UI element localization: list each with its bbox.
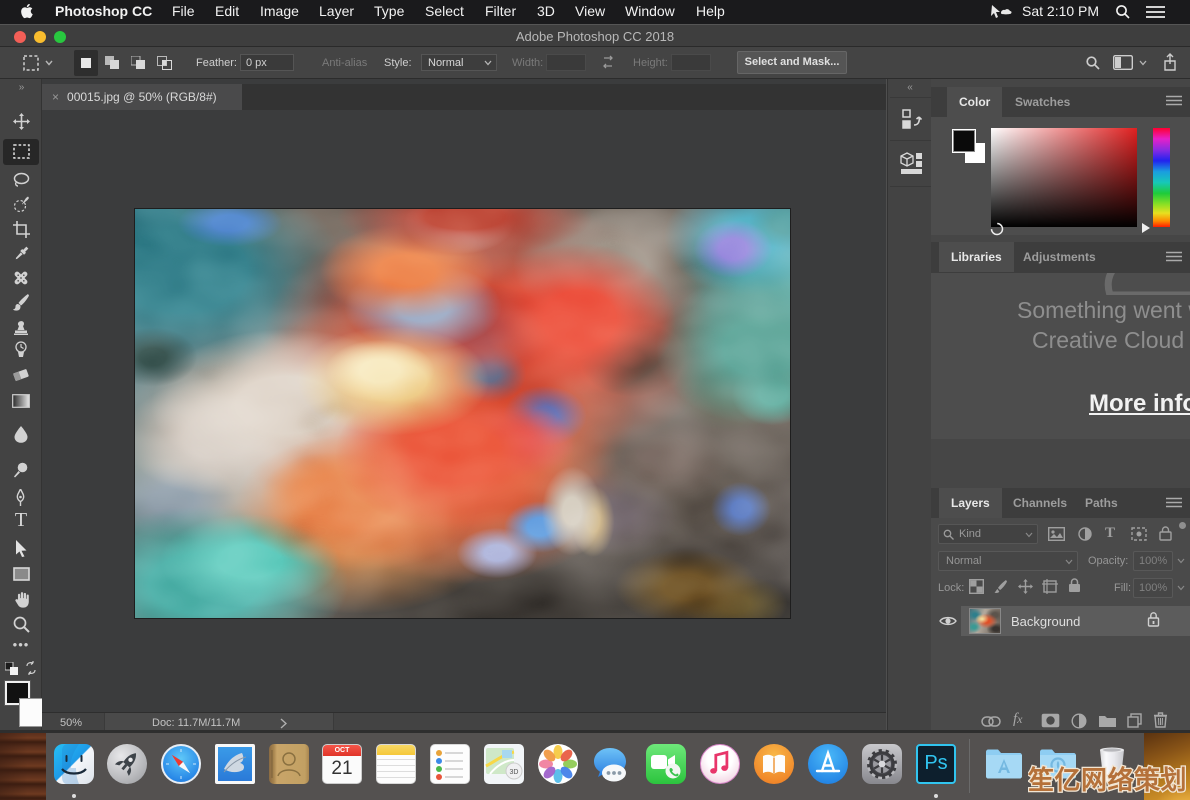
svg-text:笙亿网络策划: 笙亿网络策划: [1028, 765, 1187, 795]
svg-text:3D: 3D: [510, 769, 519, 776]
